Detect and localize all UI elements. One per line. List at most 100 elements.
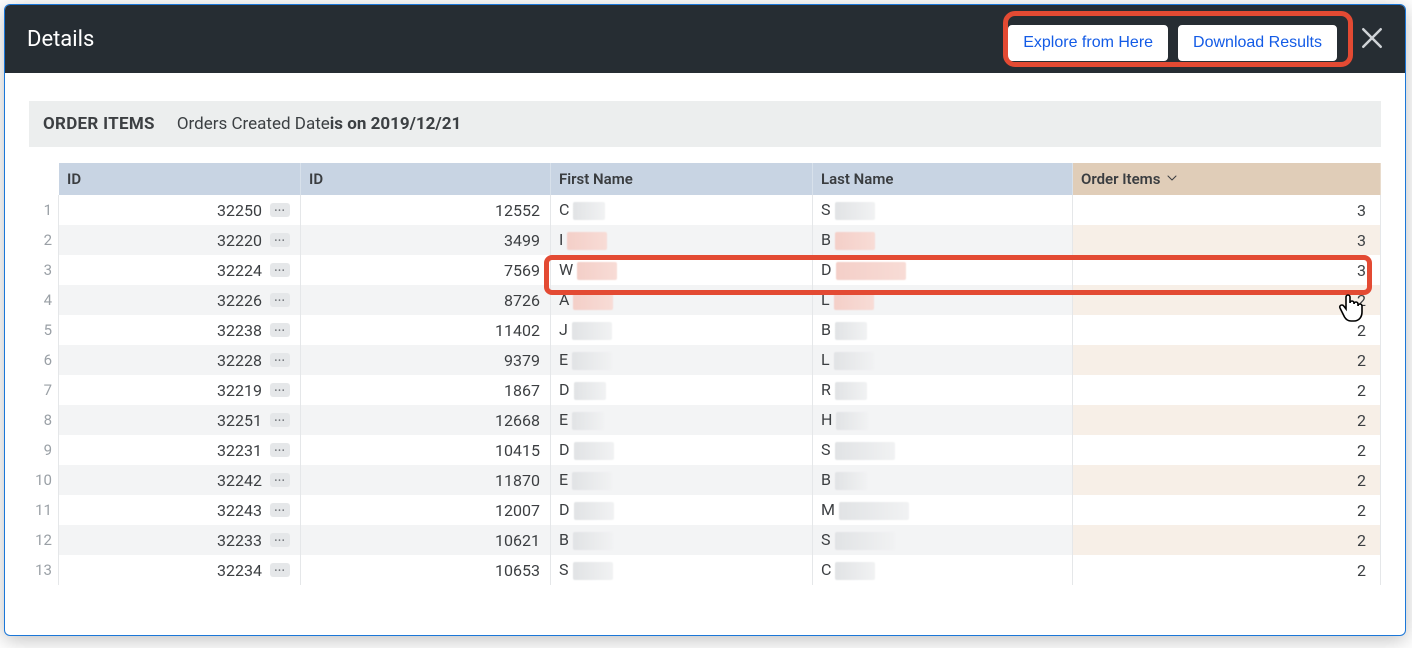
cell-first-name[interactable]: A [551, 285, 813, 315]
row-actions-icon[interactable]: ••• [270, 473, 290, 487]
cell-last-name[interactable]: S [813, 525, 1073, 555]
cell-id2[interactable]: 8726 [301, 285, 551, 315]
table-row[interactable]: 332224•••7569WD3 [29, 255, 1381, 285]
row-actions-icon[interactable]: ••• [270, 383, 290, 397]
row-actions-icon[interactable]: ••• [270, 323, 290, 337]
cell-order-items[interactable]: 2 [1073, 285, 1381, 315]
cell-last-name[interactable]: M [813, 495, 1073, 525]
cell-order-items[interactable]: 2 [1073, 495, 1381, 525]
cell-order-items[interactable]: 2 [1073, 405, 1381, 435]
cell-id2[interactable]: 11402 [301, 315, 551, 345]
cell-id1-value: 32220 [217, 231, 262, 250]
cell-id1[interactable]: 32233••• [59, 525, 301, 555]
cell-first-name[interactable]: D [551, 435, 813, 465]
cell-id2[interactable]: 1867 [301, 375, 551, 405]
row-actions-icon[interactable]: ••• [270, 443, 290, 457]
cell-id2[interactable]: 10415 [301, 435, 551, 465]
cell-last-name[interactable]: H [813, 405, 1073, 435]
table-row[interactable]: 232220•••3499IB3 [29, 225, 1381, 255]
row-actions-icon[interactable]: ••• [270, 203, 290, 217]
cell-id1[interactable]: 32231••• [59, 435, 301, 465]
table-row[interactable]: 432226•••8726AL2 [29, 285, 1381, 315]
cell-id1[interactable]: 32242••• [59, 465, 301, 495]
cell-order-items[interactable]: 2 [1073, 555, 1381, 585]
table-row[interactable]: 1032242•••11870EB2 [29, 465, 1381, 495]
cell-id2[interactable]: 7569 [301, 255, 551, 285]
column-header-last-name[interactable]: Last Name [813, 163, 1073, 195]
column-header-first-name[interactable]: First Name [551, 163, 813, 195]
cell-last-name[interactable]: S [813, 195, 1073, 225]
table-row[interactable]: 1232233•••10621BS2 [29, 525, 1381, 555]
table-row[interactable]: 832251•••12668EH2 [29, 405, 1381, 435]
cell-last-name[interactable]: B [813, 315, 1073, 345]
cell-last-name[interactable]: S [813, 435, 1073, 465]
column-header-order-items[interactable]: Order Items [1073, 163, 1381, 195]
cell-id1[interactable]: 32234••• [59, 555, 301, 585]
cell-first-name[interactable]: E [551, 345, 813, 375]
row-actions-icon[interactable]: ••• [270, 233, 290, 247]
cell-last-name[interactable]: B [813, 465, 1073, 495]
column-header-id1[interactable]: ID [59, 163, 301, 195]
cell-id1[interactable]: 32251••• [59, 405, 301, 435]
cell-id2[interactable]: 12007 [301, 495, 551, 525]
download-results-button[interactable]: Download Results [1178, 25, 1337, 61]
cell-first-name[interactable]: W [551, 255, 813, 285]
row-actions-icon[interactable]: ••• [270, 353, 290, 367]
cell-id1[interactable]: 32220 ••• [59, 225, 301, 255]
cell-id1[interactable]: 32226••• [59, 285, 301, 315]
cell-order-items[interactable]: 2 [1073, 465, 1381, 495]
cell-first-name[interactable]: I [551, 225, 813, 255]
row-actions-icon[interactable]: ••• [270, 563, 290, 577]
table-row[interactable]: 1132243•••12007DM2 [29, 495, 1381, 525]
table-row[interactable]: 532238•••11402JB2 [29, 315, 1381, 345]
cell-first-name[interactable]: J [551, 315, 813, 345]
cell-first-name[interactable]: E [551, 405, 813, 435]
row-actions-icon[interactable]: ••• [270, 413, 290, 427]
cell-first-name[interactable]: E [551, 465, 813, 495]
cell-first-name[interactable]: S [551, 555, 813, 585]
row-actions-icon[interactable]: ••• [270, 263, 290, 277]
close-button[interactable] [1357, 23, 1387, 53]
column-header-id2[interactable]: ID [301, 163, 551, 195]
cell-order-items[interactable]: 2 [1073, 375, 1381, 405]
cell-id1[interactable]: 32250••• [59, 195, 301, 225]
cell-last-name[interactable]: B [813, 225, 1073, 255]
cell-order-items[interactable]: 3 [1073, 195, 1381, 225]
table-row[interactable]: 932231•••10415DS2 [29, 435, 1381, 465]
cell-order-items[interactable]: 2 [1073, 315, 1381, 345]
cell-last-name[interactable]: D [813, 255, 1073, 285]
row-actions-icon[interactable]: ••• [270, 293, 290, 307]
explore-from-here-button[interactable]: Explore from Here [1008, 25, 1168, 61]
cell-last-name[interactable]: L [813, 285, 1073, 315]
cell-first-name[interactable]: C [551, 195, 813, 225]
cell-order-items[interactable]: 2 [1073, 435, 1381, 465]
cell-id1[interactable]: 32219••• [59, 375, 301, 405]
cell-id2[interactable]: 12552 [301, 195, 551, 225]
table-row[interactable]: 1332234•••10653SC2 [29, 555, 1381, 585]
row-actions-icon[interactable]: ••• [270, 533, 290, 547]
cell-id1[interactable]: 32238••• [59, 315, 301, 345]
cell-last-name[interactable]: C [813, 555, 1073, 585]
cell-id2[interactable]: 9379 [301, 345, 551, 375]
cell-order-items[interactable]: 2 [1073, 525, 1381, 555]
row-actions-icon[interactable]: ••• [270, 503, 290, 517]
cell-id2[interactable]: 3499 [301, 225, 551, 255]
cell-order-items[interactable]: 3 [1073, 255, 1381, 285]
table-row[interactable]: 632228•••9379EL2 [29, 345, 1381, 375]
cell-id2[interactable]: 10621 [301, 525, 551, 555]
cell-id1[interactable]: 32228••• [59, 345, 301, 375]
cell-last-name[interactable]: L [813, 345, 1073, 375]
cell-first-name[interactable]: D [551, 375, 813, 405]
cell-first-name[interactable]: B [551, 525, 813, 555]
cell-first-name[interactable]: D [551, 495, 813, 525]
cell-order-items[interactable]: 2 [1073, 345, 1381, 375]
cell-order-items[interactable]: 3 [1073, 225, 1381, 255]
cell-last-name[interactable]: R [813, 375, 1073, 405]
cell-id1[interactable]: 32243••• [59, 495, 301, 525]
table-row[interactable]: 132250•••12552CS3 [29, 195, 1381, 225]
cell-id2[interactable]: 12668 [301, 405, 551, 435]
cell-id2[interactable]: 11870 [301, 465, 551, 495]
cell-id2[interactable]: 10653 [301, 555, 551, 585]
table-row[interactable]: 732219•••1867DR2 [29, 375, 1381, 405]
cell-id1[interactable]: 32224••• [59, 255, 301, 285]
